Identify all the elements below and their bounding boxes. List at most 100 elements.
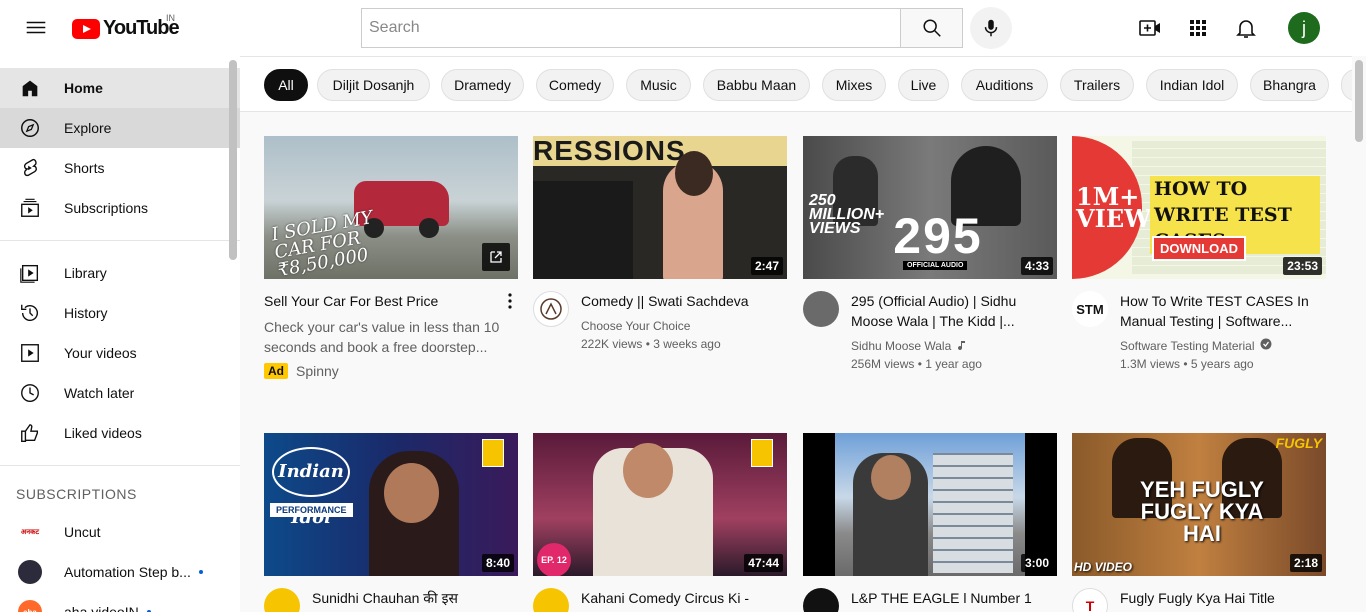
- sidebar-item-shorts[interactable]: Shorts: [0, 148, 240, 188]
- car-wheel: [419, 218, 439, 238]
- chip-bhangra[interactable]: Bhangra: [1250, 69, 1329, 101]
- new-content-dot: [198, 570, 203, 574]
- microphone-icon: [984, 19, 998, 37]
- ad-advertiser[interactable]: Spinny: [296, 363, 339, 379]
- video-title[interactable]: How To Write TEST CASES In Manual Testin…: [1120, 291, 1326, 331]
- video-card[interactable]: Indian Idol PERFORMANCE 8:40 Sunidhi Cha…: [264, 433, 518, 612]
- video-duration: 8:40: [481, 554, 514, 572]
- video-title[interactable]: L&P THE EAGLE l Number 1: [851, 588, 1057, 608]
- create-button[interactable]: [1130, 8, 1170, 48]
- thumbnail-text: RESSIONS: [533, 136, 787, 166]
- subscription-item-automation-step[interactable]: Automation Step b...: [0, 552, 240, 592]
- show-logo: Indian Idol: [272, 447, 350, 528]
- menu-icon[interactable]: [16, 8, 56, 48]
- sidebar-item-explore[interactable]: Explore: [0, 108, 240, 148]
- subscription-item-uncut[interactable]: अनकट Uncut: [0, 512, 240, 552]
- video-title[interactable]: Fugly Fugly Kya Hai Title: [1120, 588, 1326, 608]
- notifications-button[interactable]: [1226, 8, 1266, 48]
- video-meta: Sell Your Car For Best Price Check your …: [264, 291, 518, 379]
- video-card[interactable]: RESSIONS 2:47 Comedy || Swati Sachdeva C…: [533, 136, 787, 353]
- channel-avatar[interactable]: T: [1072, 588, 1108, 612]
- voice-search-button[interactable]: [970, 7, 1012, 49]
- chip-live[interactable]: Live: [898, 69, 949, 101]
- ad-description: Check your car's value in less than 10 s…: [264, 319, 500, 355]
- channel-avatar[interactable]: [803, 588, 839, 612]
- thumbnail-subtext: HD VIDEO: [1074, 560, 1133, 574]
- video-card[interactable]: 1M+ VIEWS HOW TO WRITE TEST CASES DOWNLO…: [1072, 136, 1326, 373]
- sidebar-item-library[interactable]: Library: [0, 253, 240, 293]
- sidebar-item-your-videos[interactable]: Your videos: [0, 333, 240, 373]
- video-thumbnail[interactable]: 1M+ VIEWS HOW TO WRITE TEST CASES DOWNLO…: [1072, 136, 1326, 279]
- create-video-icon: [1139, 20, 1160, 36]
- chip-dramedy[interactable]: Dramedy: [441, 69, 524, 101]
- chip-next-partial[interactable]: [1341, 69, 1352, 101]
- chip-trailers[interactable]: Trailers: [1060, 69, 1134, 101]
- sidebar-item-home[interactable]: Home: [0, 68, 240, 108]
- apps-button[interactable]: [1178, 8, 1218, 48]
- singer-face: [384, 463, 439, 523]
- more-options-icon[interactable]: [502, 291, 518, 311]
- video-thumbnail[interactable]: Indian Idol PERFORMANCE 8:40: [264, 433, 518, 576]
- chip-comedy[interactable]: Comedy: [536, 69, 614, 101]
- chip-mixes[interactable]: Mixes: [822, 69, 886, 101]
- search-input[interactable]: [369, 19, 900, 37]
- video-thumbnail[interactable]: 250 MILLION+ VIEWS 295 OFFICIAL AUDIO 4:…: [803, 136, 1057, 279]
- channel-name[interactable]: Sidhu Moose Wala: [851, 337, 951, 355]
- channel-name[interactable]: Software Testing Material: [1120, 337, 1255, 355]
- channel-name[interactable]: Choose Your Choice: [581, 317, 787, 335]
- video-title[interactable]: Sell Your Car For Best Price: [264, 291, 438, 311]
- video-title[interactable]: Comedy || Swati Sachdeva: [581, 291, 787, 311]
- sidebar-item-liked-videos[interactable]: Liked videos: [0, 413, 240, 453]
- chip-music[interactable]: Music: [626, 69, 691, 101]
- chip-all[interactable]: All: [264, 69, 308, 101]
- youtube-play-icon: [72, 18, 100, 39]
- video-title[interactable]: 295 (Official Audio) | Sidhu Moose Wala …: [851, 291, 1057, 331]
- chip-auditions[interactable]: Auditions: [961, 69, 1048, 101]
- history-icon: [18, 301, 42, 325]
- filter-chips-bar: All Diljit Dosanjh Dramedy Comedy Music …: [240, 56, 1352, 112]
- channel-avatar[interactable]: [803, 291, 839, 327]
- sidebar-item-subscriptions[interactable]: Subscriptions: [0, 188, 240, 228]
- video-thumbnail[interactable]: FUGLY YEH FUGLY FUGLY KYA HAI HD VIDEO 2…: [1072, 433, 1326, 576]
- channel-avatar[interactable]: [264, 588, 300, 612]
- channel-avatar[interactable]: [533, 588, 569, 612]
- video-title[interactable]: Sunidhi Chauhan की इस: [312, 588, 518, 608]
- video-card[interactable]: I SOLD MY CAR FOR ₹8,50,000 Sell Your Ca…: [264, 136, 518, 379]
- bell-icon: [1236, 20, 1256, 38]
- account-avatar[interactable]: j: [1288, 12, 1320, 44]
- top-bar: YouTube IN j: [0, 0, 1366, 56]
- external-link-icon[interactable]: [482, 243, 510, 271]
- chip-babbu-maan[interactable]: Babbu Maan: [703, 69, 810, 101]
- channel-avatar[interactable]: STM: [1072, 291, 1108, 327]
- search-button[interactable]: [900, 8, 963, 48]
- video-card[interactable]: EP. 12 47:44 Kahani Comedy Circus Ki -: [533, 433, 787, 612]
- chip-diljit-dosanjh[interactable]: Diljit Dosanjh: [317, 69, 430, 101]
- video-thumbnail[interactable]: 3:00: [803, 433, 1057, 576]
- video-card[interactable]: FUGLY YEH FUGLY FUGLY KYA HAI HD VIDEO 2…: [1072, 433, 1326, 612]
- sidebar-item-watch-later[interactable]: Watch later: [0, 373, 240, 413]
- sidebar-item-label: Explore: [64, 120, 112, 136]
- verified-icon: [1260, 337, 1272, 355]
- sidebar-item-history[interactable]: History: [0, 293, 240, 333]
- video-card[interactable]: 3:00 L&P THE EAGLE l Number 1: [803, 433, 1057, 612]
- video-thumbnail[interactable]: EP. 12 47:44: [533, 433, 787, 576]
- sidebar-item-label: Watch later: [64, 385, 135, 401]
- channel-avatar[interactable]: [533, 291, 569, 327]
- video-duration: 23:53: [1283, 257, 1322, 275]
- video-card[interactable]: 250 MILLION+ VIEWS 295 OFFICIAL AUDIO 4:…: [803, 136, 1057, 373]
- chip-indian-idol[interactable]: Indian Idol: [1146, 69, 1238, 101]
- subscription-item-aha-videoin[interactable]: aha aha videoIN: [0, 592, 240, 612]
- page-scrollbar-thumb[interactable]: [1355, 60, 1363, 142]
- video-meta: T Fugly Fugly Kya Hai Title: [1072, 588, 1326, 612]
- music-note-icon: [957, 337, 967, 355]
- video-title[interactable]: Kahani Comedy Circus Ki -: [581, 588, 787, 608]
- performer-head: [675, 151, 713, 196]
- video-thumbnail[interactable]: RESSIONS 2:47: [533, 136, 787, 279]
- person-face: [871, 455, 911, 500]
- video-duration: 4:33: [1020, 257, 1053, 275]
- video-thumbnail[interactable]: I SOLD MY CAR FOR ₹8,50,000: [264, 136, 518, 279]
- apps-grid-icon: [1190, 20, 1206, 36]
- youtube-logo[interactable]: YouTube: [72, 17, 180, 40]
- sidebar-scrollbar[interactable]: [229, 60, 237, 260]
- watch-later-icon: [18, 381, 42, 405]
